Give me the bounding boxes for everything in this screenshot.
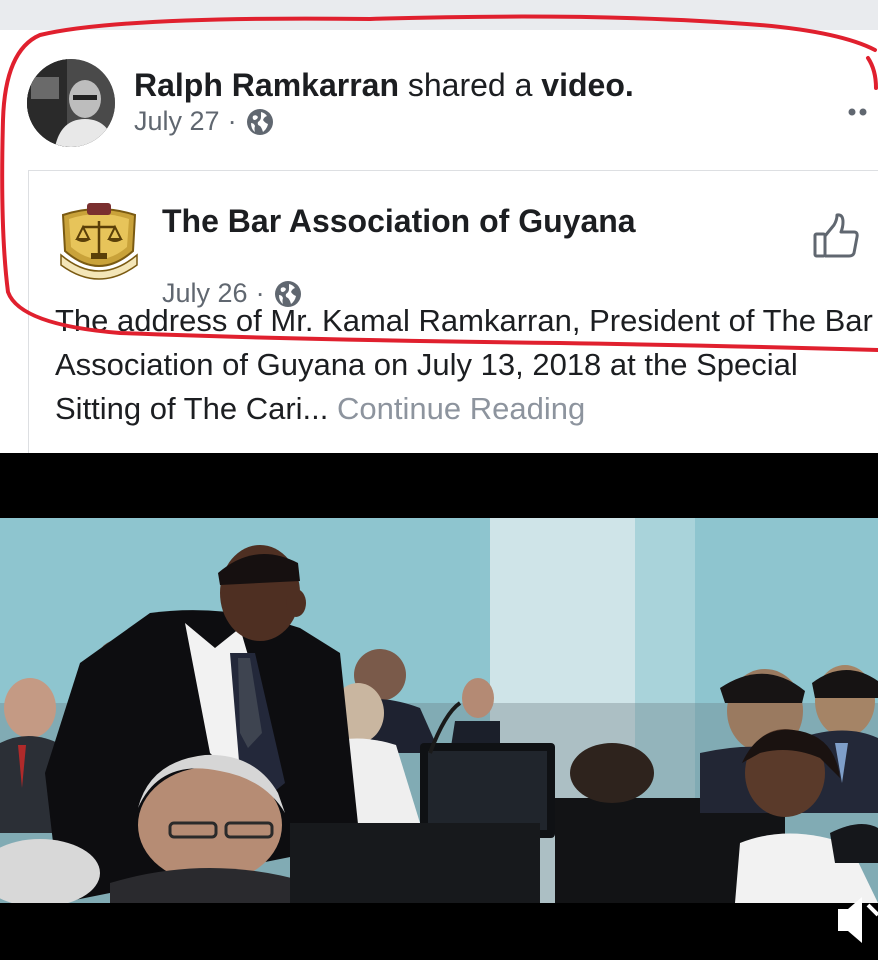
- feed-top-divider: [0, 0, 878, 30]
- feed-post: Ralph Ramkarran shared a video. July 27 …: [0, 30, 878, 460]
- page-logo[interactable]: [53, 195, 145, 287]
- meta-separator: ·: [227, 106, 237, 136]
- post-body: The address of Mr. Kamal Ramkarran, Pres…: [55, 299, 878, 431]
- sharer-avatar[interactable]: [27, 59, 115, 147]
- share-verb: shared a: [407, 67, 533, 103]
- post-date-link[interactable]: July 27: [134, 106, 220, 137]
- thumbs-up-icon[interactable]: [812, 213, 860, 259]
- globe-icon[interactable]: [245, 107, 275, 137]
- shared-post-card[interactable]: The Bar Association of Guyana July 26 · …: [28, 170, 878, 460]
- continue-reading-link[interactable]: Continue Reading: [337, 391, 585, 426]
- post-meta: July 27 ·: [134, 106, 275, 137]
- avatar-photo: [27, 59, 115, 147]
- sharer-name-link[interactable]: Ralph Ramkarran: [134, 67, 399, 103]
- video-frame: [0, 453, 878, 960]
- more-options-icon[interactable]: [846, 102, 872, 122]
- video-player[interactable]: [0, 453, 878, 960]
- bar-association-crest: [60, 203, 138, 280]
- page-name-link[interactable]: The Bar Association of Guyana: [162, 201, 636, 241]
- share-header: Ralph Ramkarran shared a video.: [134, 65, 634, 105]
- shared-object-link[interactable]: video.: [541, 67, 633, 103]
